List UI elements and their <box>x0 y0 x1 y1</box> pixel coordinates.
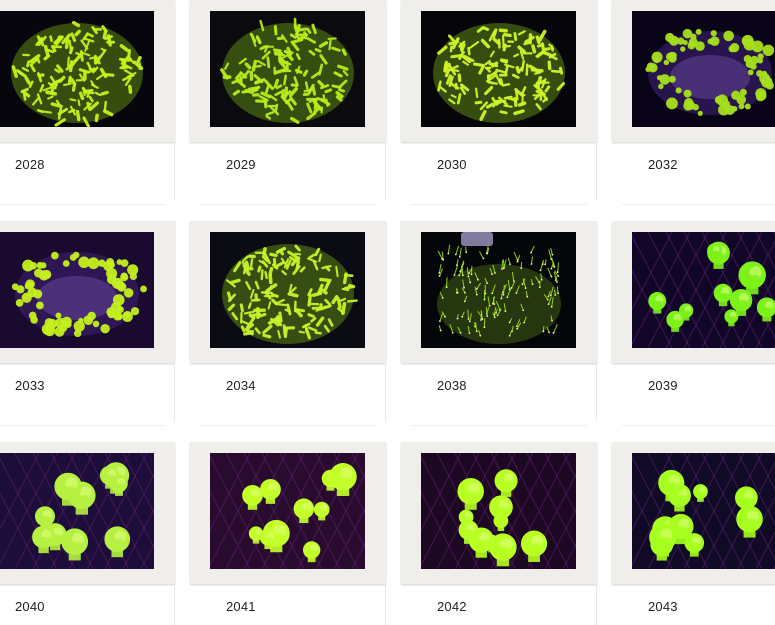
tile-divider <box>385 584 386 625</box>
thumbnail-card[interactable] <box>612 221 775 363</box>
coral-photo-thumbnail[interactable] <box>421 232 576 348</box>
thumbnail-tile[interactable]: 2043 <box>612 442 775 625</box>
thumbnail-tile[interactable]: 2032 <box>612 0 775 205</box>
thumbnail-caption[interactable]: 2028 <box>15 157 45 172</box>
tile-divider <box>596 584 597 625</box>
thumbnail-caption[interactable]: 2032 <box>648 157 678 172</box>
tile-baseline <box>0 425 165 426</box>
tile-divider <box>174 142 175 200</box>
thumbnail-card[interactable] <box>190 442 386 584</box>
thumbnail-tile[interactable]: 2040 <box>0 442 175 625</box>
thumbnail-tile[interactable]: 2029 <box>190 0 386 205</box>
thumbnail-card[interactable] <box>612 0 775 142</box>
thumbnail-caption[interactable]: 2030 <box>437 157 467 172</box>
thumbnail-tile[interactable]: 2033 <box>0 221 175 426</box>
tile-divider <box>385 363 386 421</box>
thumbnail-caption[interactable]: 2041 <box>226 599 256 614</box>
coral-photo-thumbnail[interactable] <box>632 232 775 348</box>
thumbnail-caption[interactable]: 2043 <box>648 599 678 614</box>
coral-photo-thumbnail[interactable] <box>632 453 775 569</box>
thumbnail-caption[interactable]: 2039 <box>648 378 678 393</box>
thumbnail-tile[interactable]: 2030 <box>401 0 597 205</box>
tile-divider <box>596 142 597 200</box>
tile-baseline <box>200 204 376 205</box>
tile-divider <box>596 363 597 421</box>
thumbnail-card[interactable] <box>612 442 775 584</box>
tile-divider <box>174 584 175 625</box>
thumbnail-tile[interactable]: 2042 <box>401 442 597 625</box>
coral-photo-thumbnail[interactable] <box>0 453 154 569</box>
tile-divider <box>385 142 386 200</box>
thumbnail-caption[interactable]: 2038 <box>437 378 467 393</box>
thumbnail-card[interactable] <box>401 442 597 584</box>
thumbnail-card[interactable] <box>401 221 597 363</box>
tile-baseline <box>200 425 376 426</box>
thumbnail-caption[interactable]: 2034 <box>226 378 256 393</box>
thumbnail-caption[interactable]: 2033 <box>15 378 45 393</box>
tile-divider <box>174 363 175 421</box>
tile-baseline <box>411 425 587 426</box>
thumbnail-card[interactable] <box>0 221 175 363</box>
thumbnail-tile[interactable]: 2028 <box>0 0 175 205</box>
thumbnail-card[interactable] <box>0 442 175 584</box>
thumbnail-tile[interactable]: 2041 <box>190 442 386 625</box>
coral-photo-thumbnail[interactable] <box>632 11 775 127</box>
coral-photo-thumbnail[interactable] <box>210 232 365 348</box>
coral-photo-thumbnail[interactable] <box>0 232 154 348</box>
tile-baseline <box>411 204 587 205</box>
thumbnail-card[interactable] <box>0 0 175 142</box>
tile-baseline <box>622 425 775 426</box>
coral-photo-thumbnail[interactable] <box>0 11 154 127</box>
thumbnail-caption[interactable]: 2042 <box>437 599 467 614</box>
thumbnail-tile[interactable]: 2034 <box>190 221 386 426</box>
coral-photo-thumbnail[interactable] <box>210 453 365 569</box>
coral-photo-thumbnail[interactable] <box>421 11 576 127</box>
thumbnail-card[interactable] <box>190 221 386 363</box>
thumbnail-grid: 2028 2029 2030 2032 2033 2034 2038 2039 … <box>0 0 775 625</box>
thumbnail-card[interactable] <box>401 0 597 142</box>
thumbnail-tile[interactable]: 2038 <box>401 221 597 426</box>
thumbnail-card[interactable] <box>190 0 386 142</box>
tile-baseline <box>622 204 775 205</box>
thumbnail-caption[interactable]: 2040 <box>15 599 45 614</box>
coral-photo-thumbnail[interactable] <box>210 11 365 127</box>
coral-photo-thumbnail[interactable] <box>421 453 576 569</box>
thumbnail-caption[interactable]: 2029 <box>226 157 256 172</box>
thumbnail-tile[interactable]: 2039 <box>612 221 775 426</box>
tile-baseline <box>0 204 165 205</box>
